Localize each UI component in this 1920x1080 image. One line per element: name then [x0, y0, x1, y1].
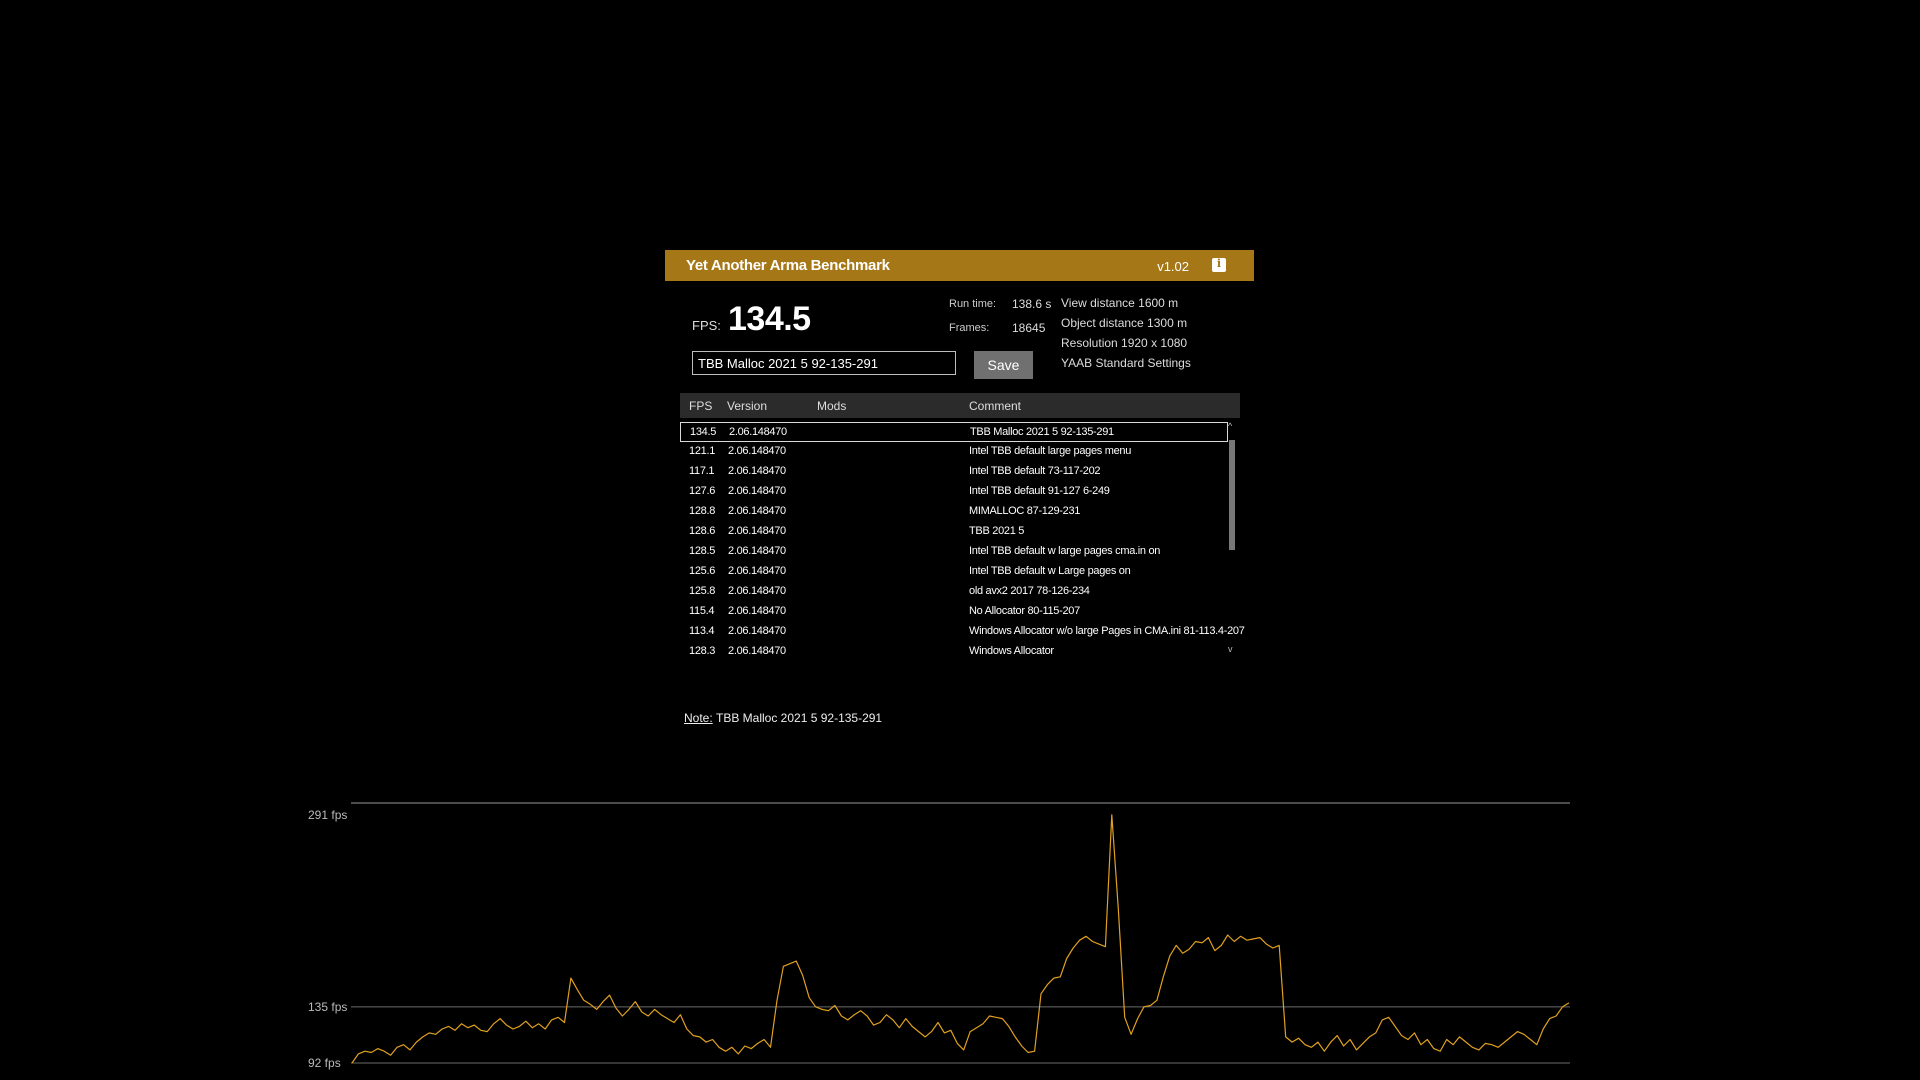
- fps-series-line: [351, 814, 1570, 1064]
- y-tick-label: 135 fps: [308, 1000, 347, 1014]
- y-tick-label: 291 fps: [308, 808, 347, 822]
- y-tick-label: 92 fps: [308, 1056, 341, 1070]
- fps-chart: 291 fps 135 fps 92 fps: [308, 802, 1570, 1070]
